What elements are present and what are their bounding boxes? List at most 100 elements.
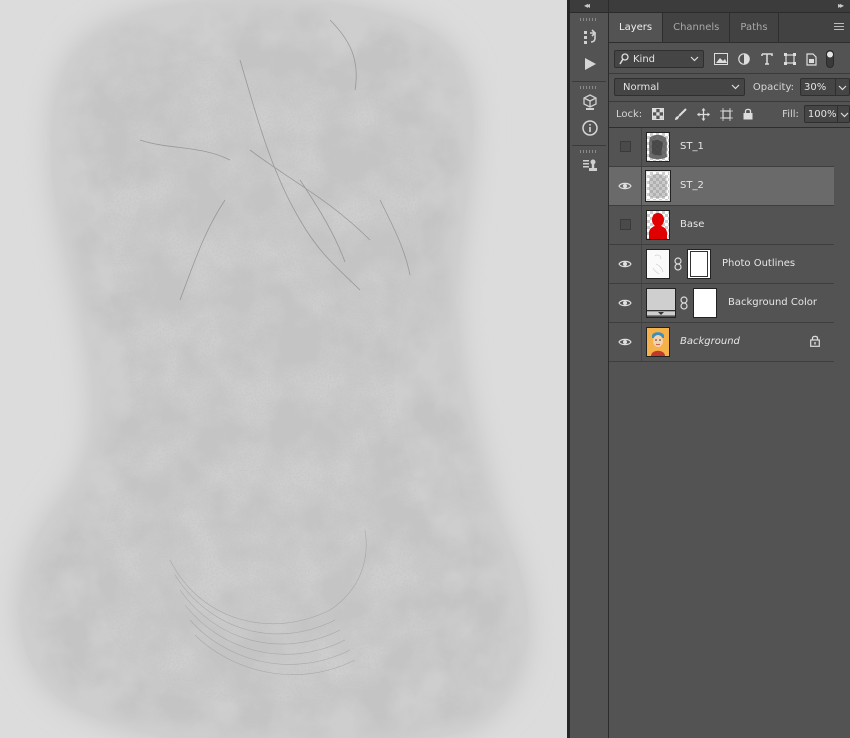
filter-kind-select[interactable]: Kind — [614, 50, 704, 68]
chevron-down-icon — [838, 85, 847, 90]
layer-row-background[interactable]: Background — [609, 323, 834, 362]
row-divider — [641, 323, 642, 361]
lock-artboard-icon[interactable] — [720, 107, 734, 121]
history-button[interactable] — [570, 25, 609, 51]
visibility-toggle-on[interactable] — [617, 335, 633, 349]
history-icon — [583, 29, 596, 44]
layer-row-st-2[interactable]: ST_2 — [609, 167, 834, 206]
blend-mode-value: Normal — [623, 81, 660, 93]
actions-button[interactable] — [570, 51, 609, 77]
separator — [609, 101, 850, 102]
eye-icon — [618, 182, 632, 190]
layer-name: ST_2 — [680, 180, 704, 191]
tab-layers[interactable]: Layers — [609, 13, 664, 42]
clone-stamp-icon — [582, 159, 597, 171]
lock-image-pixels-icon[interactable] — [674, 107, 687, 121]
opacity-dropdown[interactable] — [836, 78, 850, 96]
tab-paths[interactable]: Paths — [730, 13, 779, 42]
layer-name: ST_1 — [680, 141, 704, 152]
strip-separator — [572, 81, 606, 82]
filter-row: Kind — [609, 48, 850, 70]
layer-name: Background Color — [728, 297, 817, 308]
strip-separator — [572, 145, 606, 146]
panel-dock-strip: ◂◂ — [570, 0, 609, 738]
opacity-label: Opacity: — [752, 81, 795, 93]
separator — [609, 73, 850, 74]
fill-input[interactable]: 100% — [803, 105, 838, 123]
layer-mask-thumbnail[interactable] — [687, 249, 711, 279]
lock-icon — [810, 335, 820, 350]
mask-link-icon[interactable] — [674, 257, 682, 271]
pixel-layer-filter-icon[interactable] — [714, 53, 728, 65]
layer-row-base[interactable]: Base — [609, 206, 834, 245]
play-icon — [584, 58, 596, 70]
visibility-toggle-on[interactable] — [617, 179, 633, 193]
visibility-toggle-off[interactable] — [617, 140, 633, 154]
portrait-image — [647, 328, 669, 356]
layer-thumbnail — [646, 132, 670, 162]
panel-header: ▸▸ — [609, 0, 850, 13]
type-layer-filter-icon[interactable] — [761, 53, 773, 65]
tab-channels[interactable]: Channels — [663, 13, 731, 42]
layer-name: Base — [680, 219, 705, 230]
collapse-left-icon[interactable]: ◂◂ — [584, 1, 590, 11]
lock-label: Lock: — [616, 108, 643, 120]
info-icon — [581, 120, 598, 136]
layer-row-photo-outlines[interactable]: Photo Outlines — [609, 245, 834, 284]
row-divider — [641, 284, 642, 322]
mask-link-icon[interactable] — [680, 296, 688, 310]
visibility-toggle-on[interactable] — [617, 296, 633, 310]
document-canvas[interactable] — [0, 0, 567, 738]
layer-name: Background — [680, 336, 740, 347]
fill-label: Fill: — [782, 108, 799, 120]
blend-row: Normal Opacity: 30% — [609, 76, 850, 98]
eye-icon — [618, 338, 632, 346]
row-divider — [641, 128, 642, 166]
grip-icon[interactable] — [580, 18, 598, 21]
layer-row-st-1[interactable]: ST_1 — [609, 128, 834, 167]
lock-transparent-pixels-icon[interactable] — [652, 108, 665, 120]
smart-object-filter-icon[interactable] — [806, 52, 817, 66]
search-icon — [619, 53, 629, 65]
layer-name: Photo Outlines — [722, 258, 796, 269]
blend-mode-select[interactable]: Normal — [614, 78, 745, 96]
chevron-down-icon — [840, 112, 848, 117]
cube-icon — [582, 94, 597, 110]
lock-position-icon[interactable] — [697, 107, 711, 121]
layer-row-background-color[interactable]: Background Color — [609, 284, 834, 323]
chevron-down-icon — [731, 84, 740, 90]
lock-all-icon[interactable] — [743, 108, 753, 120]
layer-thumbnail — [646, 327, 670, 357]
layer-mask-thumbnail[interactable] — [693, 288, 717, 318]
row-divider — [641, 245, 642, 283]
layer-thumbnail — [646, 210, 670, 240]
panel-menu-icon[interactable] — [834, 23, 844, 32]
filter-kind-label: Kind — [633, 53, 656, 65]
opacity-input[interactable]: 30% — [800, 78, 837, 96]
adjustment-layer-filter-icon[interactable] — [738, 53, 750, 65]
filter-toggle-icon[interactable] — [826, 50, 834, 68]
clone-source-button[interactable] — [570, 153, 609, 179]
info-button[interactable] — [570, 115, 609, 141]
solid-color-fill-icon — [647, 310, 675, 317]
3d-button[interactable] — [570, 89, 609, 115]
eye-icon — [618, 299, 632, 307]
grunge-texture-image — [18, 0, 529, 738]
row-divider — [641, 206, 642, 244]
eye-icon — [618, 260, 632, 268]
shape-layer-filter-icon[interactable] — [784, 53, 796, 65]
dock-header: ◂◂ — [570, 0, 608, 13]
layer-list: ST_1 ST_2 Base Photo Outlines Background… — [609, 128, 834, 362]
visibility-toggle-off[interactable] — [617, 218, 633, 232]
panel-tabs: Layers Channels Paths — [609, 13, 850, 43]
fill-dropdown[interactable] — [837, 105, 850, 123]
visibility-toggle-on[interactable] — [617, 257, 633, 271]
collapse-right-icon[interactable]: ▸▸ — [838, 1, 844, 11]
layer-thumbnail — [645, 170, 671, 202]
chevron-down-icon — [690, 56, 699, 62]
layer-thumbnail — [646, 249, 670, 279]
layers-panel: ▸▸ Layers Channels Paths Kind Normal Opa… — [609, 0, 850, 738]
row-divider — [641, 167, 642, 205]
fill-layer-thumbnail — [646, 288, 676, 318]
lock-row: Lock: Fill: 100% — [609, 103, 850, 125]
